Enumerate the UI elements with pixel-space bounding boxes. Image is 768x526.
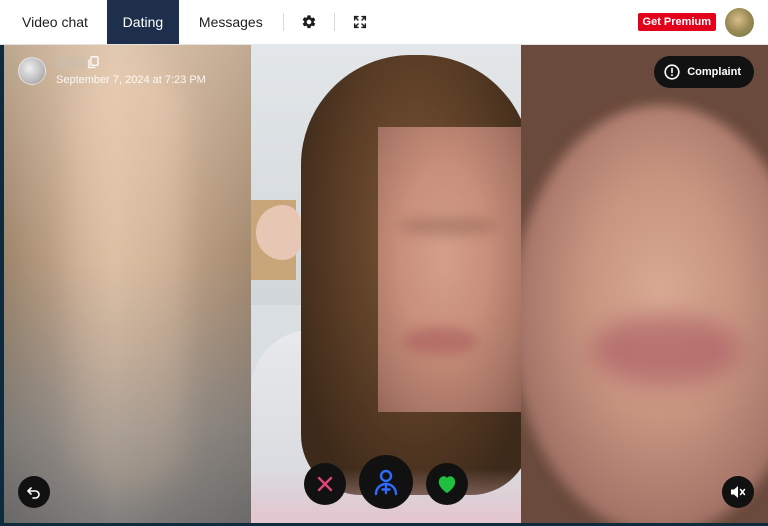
video-stage: September 7, 2024 at 7:23 PM Complaint — [4, 45, 768, 523]
gear-icon — [302, 15, 315, 29]
partner-avatar[interactable] — [18, 57, 46, 85]
tab-video-chat[interactable]: Video chat — [0, 0, 107, 44]
back-button[interactable] — [18, 476, 50, 508]
complaint-button[interactable]: Complaint — [654, 56, 754, 88]
chat-timestamp: September 7, 2024 at 7:23 PM — [56, 74, 206, 86]
tab-dating-label: Dating — [122, 14, 164, 30]
speaker-muted-icon — [731, 486, 746, 498]
tab-video-chat-label: Video chat — [22, 14, 88, 30]
video-foot — [256, 205, 301, 260]
blurred-face — [378, 127, 521, 412]
profile-avatar[interactable] — [725, 8, 754, 37]
exclamation-circle-icon — [664, 64, 680, 80]
get-premium-button[interactable]: Get Premium — [637, 13, 716, 31]
close-icon — [317, 476, 333, 492]
undo-arrow-icon — [27, 487, 40, 499]
top-nav-bar: Video chat Dating Messages Get Premium — [0, 0, 768, 45]
complaint-label: Complaint — [687, 66, 741, 78]
add-friend-button[interactable] — [359, 455, 413, 509]
tab-messages[interactable]: Messages — [179, 0, 283, 44]
skip-button[interactable] — [304, 463, 346, 505]
tab-messages-label: Messages — [198, 14, 263, 30]
settings-button[interactable] — [284, 0, 334, 44]
partner-name-redacted — [56, 57, 86, 69]
self-video-right — [521, 45, 768, 523]
add-user-icon — [374, 469, 398, 496]
heart-icon — [438, 476, 456, 494]
mute-button[interactable] — [722, 476, 754, 508]
fullscreen-icon — [353, 15, 366, 29]
fullscreen-button[interactable] — [335, 0, 385, 44]
tab-dating[interactable]: Dating — [106, 0, 179, 44]
partner-video-main — [251, 45, 521, 523]
like-button[interactable] — [426, 463, 468, 505]
partner-video-left — [4, 45, 251, 523]
copy-icon[interactable] — [88, 56, 99, 69]
